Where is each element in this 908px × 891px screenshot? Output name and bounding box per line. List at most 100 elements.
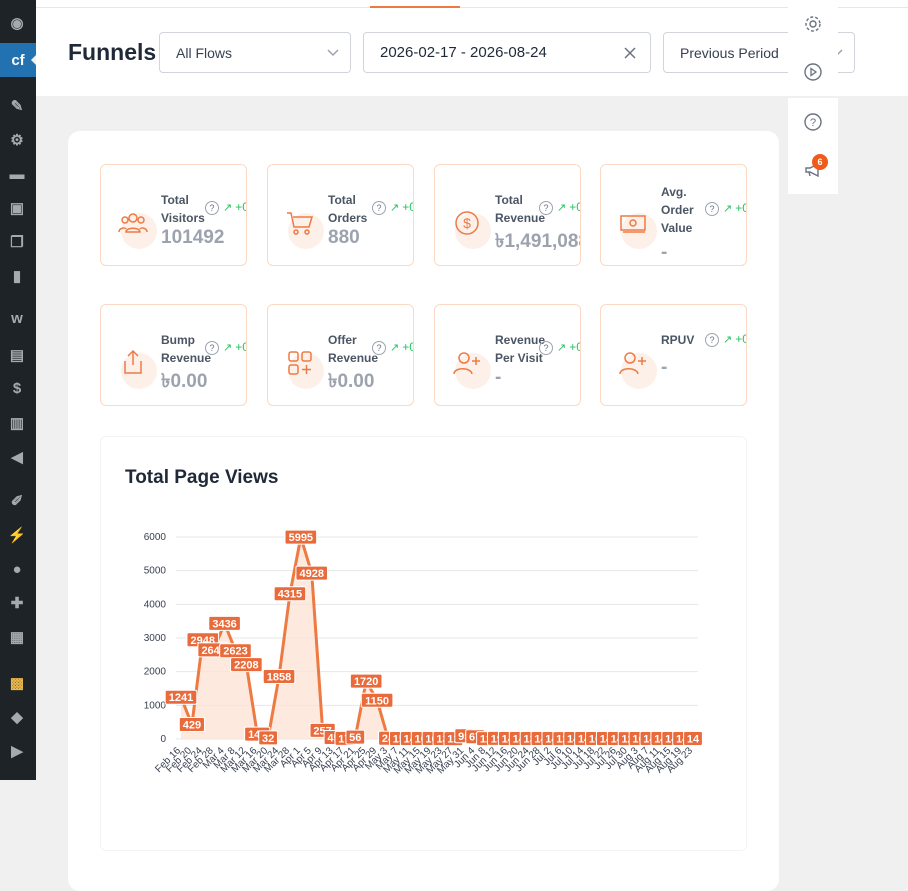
kpi-value: 101492	[161, 227, 225, 248]
kpi-value: ৳1,491,088	[495, 231, 581, 252]
kpi-change-value: +0%	[735, 332, 746, 346]
help-icon[interactable]: ?	[205, 341, 219, 355]
kpi-card: Offer Revenue? ↗ +0% ৳0.00	[267, 304, 414, 406]
kpi-card: Total Visitors? ↗ +0% 101492	[100, 164, 247, 266]
kpi-label: RPUV	[661, 333, 695, 347]
megaphone-icon[interactable]: ◀	[6, 446, 28, 468]
media-icon[interactable]: ▣	[6, 197, 28, 219]
kpi-change: ↗ +0%	[223, 340, 246, 354]
flow-select[interactable]: All Flows	[159, 32, 351, 73]
y-tick-label: 4000	[144, 599, 167, 610]
kpi-change-value: +0%	[569, 200, 580, 214]
data-label: 3436	[212, 618, 236, 630]
elementor-icon[interactable]: ◉	[6, 12, 28, 34]
page-title: Funnels	[68, 39, 157, 65]
user-icon[interactable]: ●	[6, 558, 28, 580]
help-icon[interactable]: ?	[705, 333, 719, 347]
kpi-value: -	[661, 357, 668, 378]
kpi-card: Total Orders? ↗ +0% 880	[267, 164, 414, 266]
y-tick-label: 2000	[144, 667, 167, 678]
comment-icon[interactable]: ▮	[6, 265, 28, 287]
kpi-change: ↗ +0%	[557, 200, 580, 214]
trend-up-icon: ↗	[557, 342, 570, 354]
plugin-icon[interactable]: ⚡	[6, 524, 28, 546]
kpi-label: Total Orders	[328, 193, 368, 225]
settings-panel-icon[interactable]: ▦	[6, 626, 28, 648]
y-tick-label: 1000	[144, 700, 167, 711]
kpi-label: Total Visitors	[161, 193, 205, 225]
settings-button[interactable]	[788, 0, 838, 48]
brush-icon[interactable]: ✐	[6, 490, 28, 512]
notification-badge: 6	[812, 154, 828, 170]
visitors-icon	[117, 207, 157, 249]
chart-title: Total Page Views	[125, 467, 279, 488]
dashboard-card: Total Visitors? ↗ +0% 101492 Total Orders? ↗…	[68, 131, 779, 891]
help-icon: ?	[804, 113, 822, 131]
grid-plus-icon	[284, 347, 324, 389]
chart-canvas: 0100020003000400050006000124142929482648…	[144, 529, 703, 776]
clear-icon[interactable]	[622, 45, 638, 61]
trend-up-icon: ↗	[723, 334, 736, 346]
kpi-value: -	[661, 242, 668, 263]
trend-up-icon: ↗	[223, 342, 236, 354]
data-label: 2623	[223, 646, 247, 658]
help-icon[interactable]: ?	[539, 201, 553, 215]
help-icon[interactable]: ?	[372, 341, 386, 355]
gear-icon	[805, 16, 821, 32]
kpi-change: ↗ +0%	[390, 340, 413, 354]
play-circle-icon	[804, 63, 822, 81]
kpi-change-value: +0%	[402, 200, 413, 214]
kpi-card: Bump Revenue? ↗ +0% ৳0.00	[100, 304, 247, 406]
kpi-label: Total Revenue	[495, 193, 546, 225]
play-icon[interactable]: ▶	[6, 740, 28, 762]
analytics-icon[interactable]: ▥	[6, 412, 28, 434]
data-label: 5995	[289, 532, 313, 544]
help-icon[interactable]: ?	[539, 341, 553, 355]
active-tab-indicator	[370, 6, 460, 8]
woocommerce-icon[interactable]: w	[6, 307, 28, 329]
help-icon[interactable]: ?	[372, 201, 386, 215]
kpi-change: ↗ +0%	[723, 332, 746, 346]
page-views-chart: Total Page Views 0 1000 2000 3000 4000 5000 60…	[100, 436, 747, 851]
y-tick-label: 6000	[144, 532, 167, 543]
kpi-value: -	[495, 367, 502, 388]
pin-icon[interactable]: ✎	[6, 95, 28, 117]
wrench-icon[interactable]: ✚	[6, 592, 28, 614]
money-icon[interactable]: $	[6, 377, 28, 399]
side-toolbar: ? 6	[788, 0, 844, 196]
diamond-icon[interactable]: ◆	[6, 706, 28, 728]
compare-select-value: Previous Period	[680, 44, 779, 61]
data-label: 56	[349, 732, 361, 744]
page-header: Funnels All Flows 2026-02-17 - 2026-08-2…	[36, 0, 908, 96]
announcements-button[interactable]: 6	[788, 146, 838, 194]
share-up-icon	[117, 347, 157, 389]
video-button[interactable]	[788, 48, 838, 96]
data-label: 429	[183, 720, 201, 732]
y-tick-label: 5000	[144, 566, 167, 577]
tab-divider	[36, 7, 908, 8]
help-icon[interactable]: ?	[705, 202, 719, 216]
trend-up-icon: ↗	[723, 203, 736, 215]
help-icon[interactable]: ?	[205, 201, 219, 215]
dollar-icon: $	[451, 207, 491, 249]
kpi-change-value: +0%	[569, 340, 580, 354]
data-label: 4315	[278, 589, 302, 601]
gear-icon[interactable]: ⚙	[6, 129, 28, 151]
cartflows-icon[interactable]: cf	[0, 43, 37, 77]
kpi-label: Revenue Per Visit	[495, 333, 546, 365]
grid-app-icon[interactable]: ▩	[6, 672, 28, 694]
trend-up-icon: ↗	[557, 202, 570, 214]
kpi-change: ↗ +0%	[557, 340, 580, 354]
trend-up-icon: ↗	[223, 202, 236, 214]
kpi-value: 880	[328, 227, 360, 248]
pages-icon[interactable]: ❐	[6, 231, 28, 253]
date-range-input[interactable]: 2026-02-17 - 2026-08-24	[363, 32, 651, 73]
archive-icon[interactable]: ▤	[6, 344, 28, 366]
cash-icon	[617, 207, 657, 249]
trend-up-icon: ↗	[390, 342, 403, 354]
car-icon[interactable]: ▬	[6, 163, 28, 185]
kpi-value: ৳0.00	[161, 371, 208, 392]
help-button[interactable]: ?	[788, 98, 838, 146]
kpi-label: Bump Revenue	[161, 333, 212, 365]
data-label: 4928	[299, 568, 323, 580]
